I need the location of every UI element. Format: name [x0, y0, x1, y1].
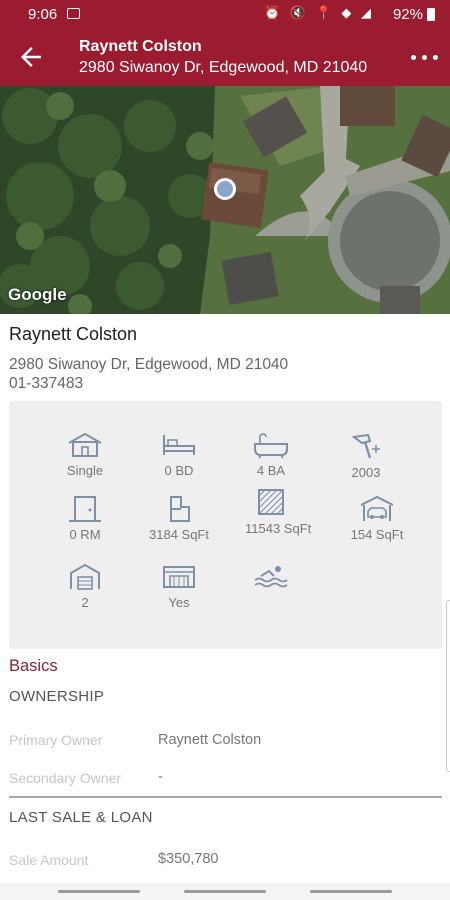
status-time: 9:06 [28, 6, 58, 23]
secondary-owner-label: Secondary Owner [9, 770, 122, 786]
feature-label: 4 BA [256, 463, 286, 478]
feature-stories: 2 [35, 563, 135, 611]
property-features-panel: Single 0 BD 4 BA 2003 0 RM 3184 SqFt 115… [9, 401, 442, 649]
hammer-icon [351, 433, 380, 459]
location-dot-icon [214, 178, 236, 200]
back-arrow-icon[interactable] [16, 42, 46, 72]
nav-back-handle[interactable] [310, 890, 392, 893]
basics-section-title: Basics [9, 657, 58, 675]
primary-owner-value: Raynett Colston [158, 732, 262, 748]
feature-basement: Yes [129, 563, 229, 611]
feature-rooms: 0 RM [35, 495, 135, 543]
door-icon [69, 496, 101, 522]
pool-icon [254, 566, 288, 588]
feature-year-built: 2003 [316, 431, 416, 481]
feature-label: 0 RM [69, 527, 101, 542]
floorplan-icon [170, 496, 190, 522]
page-title: Raynett Colston [79, 38, 202, 55]
feature-label: 2 [81, 595, 89, 610]
house-icon [68, 432, 102, 457]
feature-bedrooms: 0 BD [129, 431, 229, 479]
nav-home-handle[interactable] [184, 890, 266, 893]
parcel-number: 01-337483 [9, 375, 84, 392]
google-attribution: Google [8, 285, 67, 304]
app-bar: Raynett Colston 2980 Siwanoy Dr, Edgewoo… [0, 29, 450, 86]
primary-owner-label: Primary Owner [9, 732, 103, 748]
owner-name: Raynett Colston [9, 324, 138, 344]
section-divider [9, 796, 442, 798]
feature-label: Single [66, 463, 104, 478]
system-nav-bar [0, 883, 450, 900]
sale-amount-value: $350,780 [158, 851, 219, 867]
garage-icon [360, 495, 394, 521]
feature-label: Yes [168, 595, 190, 610]
storage-icon [70, 563, 100, 590]
battery-icon [427, 8, 435, 21]
scrollbar[interactable] [446, 600, 450, 772]
feature-lot-size: 11543 SqFt [221, 489, 321, 537]
basement-icon [163, 566, 195, 588]
feature-label: 0 BD [164, 463, 194, 478]
feature-garage: 154 SqFt [327, 495, 427, 543]
feature-label: 11543 SqFt [245, 521, 312, 536]
feature-label: 154 SqFt [350, 527, 404, 542]
nav-recents-handle[interactable] [58, 890, 140, 893]
feature-building-size: 3184 SqFt [129, 495, 229, 543]
feature-baths: 4 BA [221, 431, 321, 479]
satellite-map[interactable]: Google [0, 86, 450, 314]
image-icon [67, 8, 80, 19]
feature-label: 2003 [351, 465, 381, 480]
status-icons: ⏰ 🔇 📍 ◆ ◢ [263, 5, 374, 20]
battery-percentage: 92% [392, 6, 423, 23]
lot-icon [258, 489, 284, 515]
status-bar: 9:06 ⏰ 🔇 📍 ◆ ◢ 92% [0, 0, 450, 29]
secondary-owner-value: - [158, 769, 163, 785]
bed-icon [163, 435, 195, 455]
feature-pool [221, 563, 321, 591]
feature-property-type: Single [35, 431, 135, 479]
ownership-heading: OWNERSHIP [9, 688, 105, 705]
bathtub-icon [254, 433, 288, 459]
last-sale-heading: LAST SALE & LOAN [9, 809, 153, 826]
property-address: 2980 Siwanoy Dr, Edgewood, MD 21040 [9, 356, 289, 373]
feature-label: 3184 SqFt [149, 527, 209, 542]
more-vert-icon[interactable] [410, 43, 440, 73]
page-subtitle: 2980 Siwanoy Dr, Edgewood, MD 21040 [79, 59, 368, 76]
sale-amount-label: Sale Amount [9, 852, 89, 868]
